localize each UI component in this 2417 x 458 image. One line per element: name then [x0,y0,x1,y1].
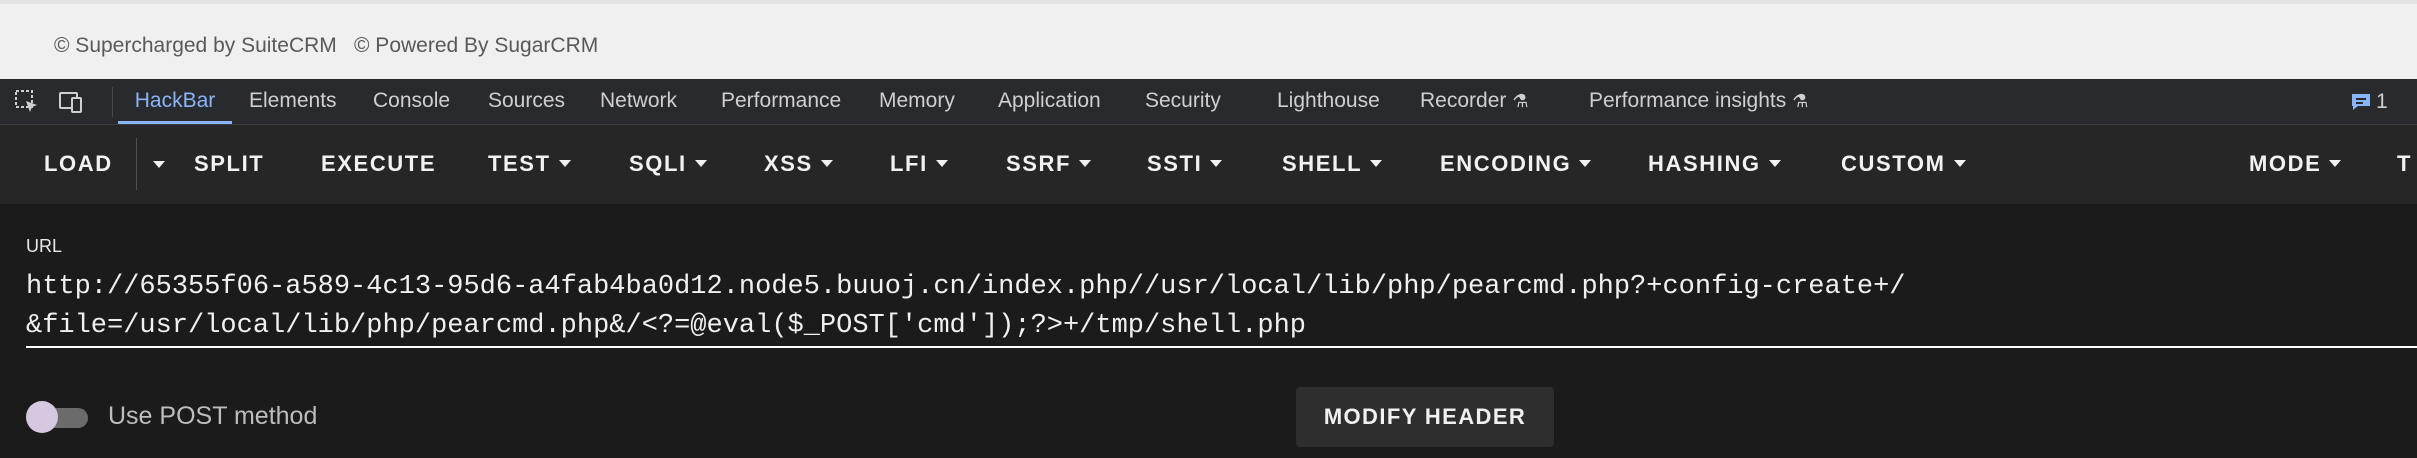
test-menu-label: TEST [488,151,551,176]
execute-button[interactable]: EXECUTE [321,125,436,204]
tab-application[interactable]: Application [998,79,1101,124]
tab-recorder[interactable]: Recorder ⚗ [1420,79,1529,124]
issues-counter[interactable]: 1 [2350,79,2388,124]
ssrf-menu-label: SSRF [1006,151,1072,176]
ssrf-menu-button[interactable]: SSRF [1006,125,1092,204]
issues-chat-icon [2352,94,2370,111]
tab-sources[interactable]: Sources [488,79,565,124]
hashing-menu-button[interactable]: HASHING [1648,125,1781,204]
url-textarea[interactable]: http://65355f06-a589-4c13-95d6-a4fab4ba0… [26,268,1906,346]
chevron-down-icon [694,159,707,167]
hackbar-toolbar: LOAD SPLIT EXECUTE TEST SQLI XSS LFI SSR… [0,125,2417,204]
test-menu-button[interactable]: TEST [488,125,571,204]
tab-network[interactable]: Network [600,79,677,124]
mode-menu-button[interactable]: MODE [2249,125,2342,204]
device-toolbar-icon[interactable] [57,88,85,116]
tab-performance-insights[interactable]: Performance insights ⚗ [1589,79,1808,124]
issues-count: 1 [2376,90,2388,113]
overflow-toolbar-button[interactable]: T [2397,125,2412,204]
flask-icon: ⚗ [1512,91,1529,111]
chevron-down-icon [1210,159,1223,167]
flask-icon: ⚗ [1792,91,1809,111]
inspect-element-icon[interactable] [13,88,41,116]
chevron-down-icon [558,159,571,167]
tab-lighthouse[interactable]: Lighthouse [1277,79,1380,124]
shell-menu-label: SHELL [1282,151,1363,176]
encoding-menu-label: ENCODING [1440,151,1572,176]
sqli-menu-button[interactable]: SQLI [629,125,707,204]
mode-menu-label: MODE [2249,151,2322,176]
chevron-down-icon [820,159,833,167]
split-button[interactable]: SPLIT [194,125,264,204]
devtools-tab-bar: HackBar Elements Console Sources Network… [0,79,2417,125]
lfi-menu-button[interactable]: LFI [890,125,948,204]
hashing-menu-label: HASHING [1648,151,1761,176]
tab-console[interactable]: Console [373,79,450,124]
tab-hackbar[interactable]: HackBar [118,79,232,124]
tab-performance[interactable]: Performance [721,79,841,124]
chevron-down-icon [1953,159,1966,167]
chevron-down-icon [1579,159,1592,167]
chevron-down-icon [1768,159,1781,167]
chevron-down-icon [2329,159,2342,167]
tab-performance-insights-label: Performance insights [1589,89,1787,112]
chevron-down-icon [935,159,948,167]
ssti-menu-label: SSTI [1147,151,1203,176]
ssti-menu-button[interactable]: SSTI [1147,125,1223,204]
lfi-menu-label: LFI [890,151,928,176]
chevron-down-icon [1079,159,1092,167]
supercharged-by-suitecrm-text[interactable]: © Supercharged by SuiteCRM [54,34,337,58]
custom-menu-label: CUSTOM [1841,151,1946,176]
tab-recorder-label: Recorder [1420,89,1507,112]
sqli-menu-label: SQLI [629,151,687,176]
modify-header-button[interactable]: MODIFY HEADER [1296,387,1554,447]
encoding-menu-button[interactable]: ENCODING [1440,125,1592,204]
tab-elements[interactable]: Elements [249,79,337,124]
tab-memory[interactable]: Memory [879,79,955,124]
load-dropdown-caret-icon[interactable] [153,161,165,168]
post-method-toggle[interactable] [26,400,88,434]
xss-menu-label: XSS [764,151,813,176]
load-split-separator [136,138,137,190]
devtools-separator [112,87,113,117]
post-method-label: Use POST method [108,402,318,430]
url-field-underline [26,346,2417,348]
hackbar-main-panel: URL http://65355f06-a589-4c13-95d6-a4fab… [0,204,2417,458]
crm-footer: © Supercharged by SuiteCRM © Powered By … [0,0,2417,79]
url-label: URL [26,236,63,256]
chevron-down-icon [1370,159,1383,167]
shell-menu-button[interactable]: SHELL [1282,125,1383,204]
tab-security[interactable]: Security [1145,79,1221,124]
powered-by-sugarcrm-text[interactable]: © Powered By SugarCRM [354,34,598,58]
toggle-knob [26,401,58,433]
xss-menu-button[interactable]: XSS [764,125,833,204]
load-button[interactable]: LOAD [44,125,113,204]
custom-menu-button[interactable]: CUSTOM [1841,125,1966,204]
